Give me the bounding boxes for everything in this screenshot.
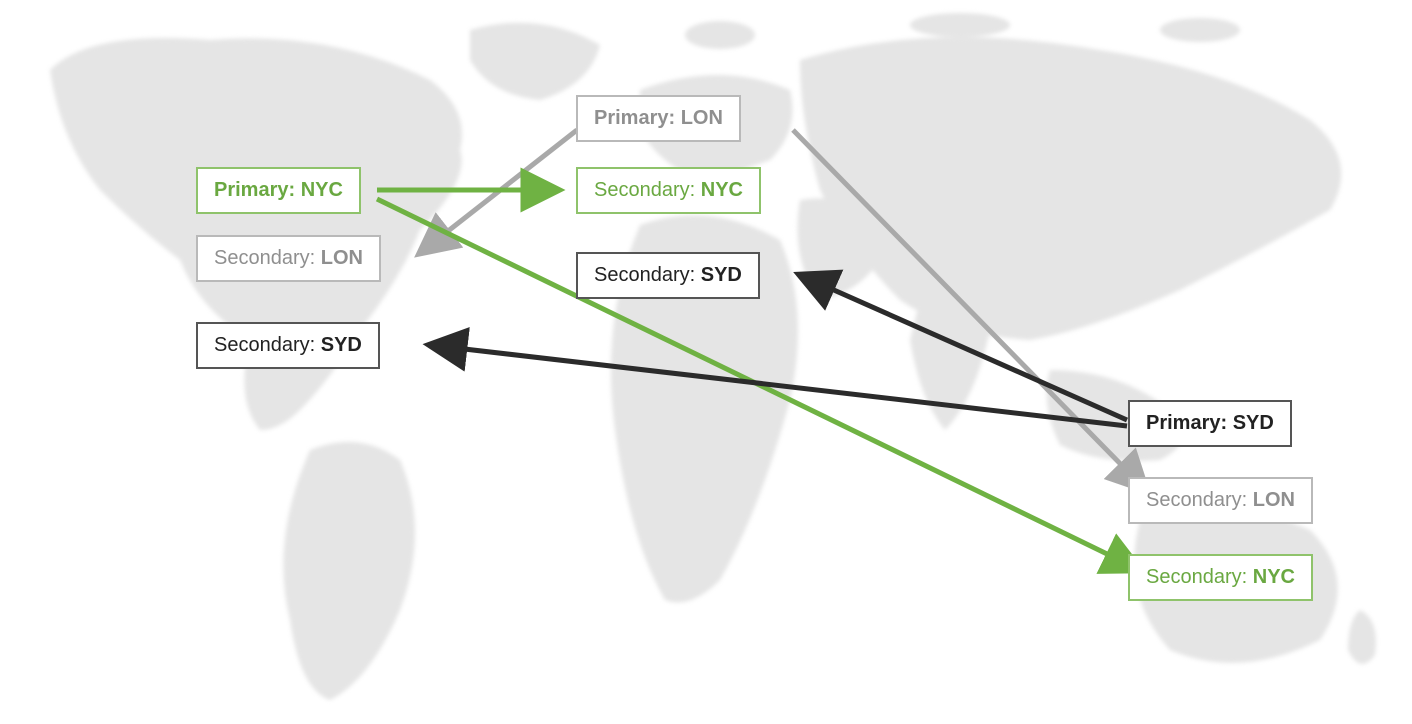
node-primary-lon: Primary: LON	[576, 95, 741, 142]
role-label: Primary	[594, 107, 669, 129]
city-label: SYD	[701, 264, 742, 286]
city-label: NYC	[301, 179, 343, 201]
node-secondary-nyc-right: Secondary: NYC	[1128, 554, 1313, 601]
city-label: LON	[321, 247, 363, 269]
node-secondary-syd-center: Secondary: SYD	[576, 252, 760, 299]
role-label: Secondary	[594, 264, 690, 286]
city-label: SYD	[1233, 412, 1274, 434]
city-label: LON	[1253, 489, 1295, 511]
node-secondary-syd-left: Secondary: SYD	[196, 322, 380, 369]
role-label: Primary	[1146, 412, 1221, 434]
node-primary-syd: Primary: SYD	[1128, 400, 1292, 447]
city-label: NYC	[701, 179, 743, 201]
role-label: Secondary	[1146, 489, 1242, 511]
city-label: SYD	[321, 334, 362, 356]
city-label: NYC	[1253, 566, 1295, 588]
role-label: Secondary	[214, 334, 310, 356]
role-label: Secondary	[1146, 566, 1242, 588]
city-label: LON	[681, 107, 723, 129]
node-secondary-lon-left: Secondary: LON	[196, 235, 381, 282]
diagram-canvas: Primary: NYC Secondary: LON Secondary: S…	[0, 0, 1412, 724]
role-label: Secondary	[214, 247, 310, 269]
role-label: Primary	[214, 179, 289, 201]
node-secondary-lon-right: Secondary: LON	[1128, 477, 1313, 524]
node-primary-nyc: Primary: NYC	[196, 167, 361, 214]
node-secondary-nyc-center: Secondary: NYC	[576, 167, 761, 214]
role-label: Secondary	[594, 179, 690, 201]
